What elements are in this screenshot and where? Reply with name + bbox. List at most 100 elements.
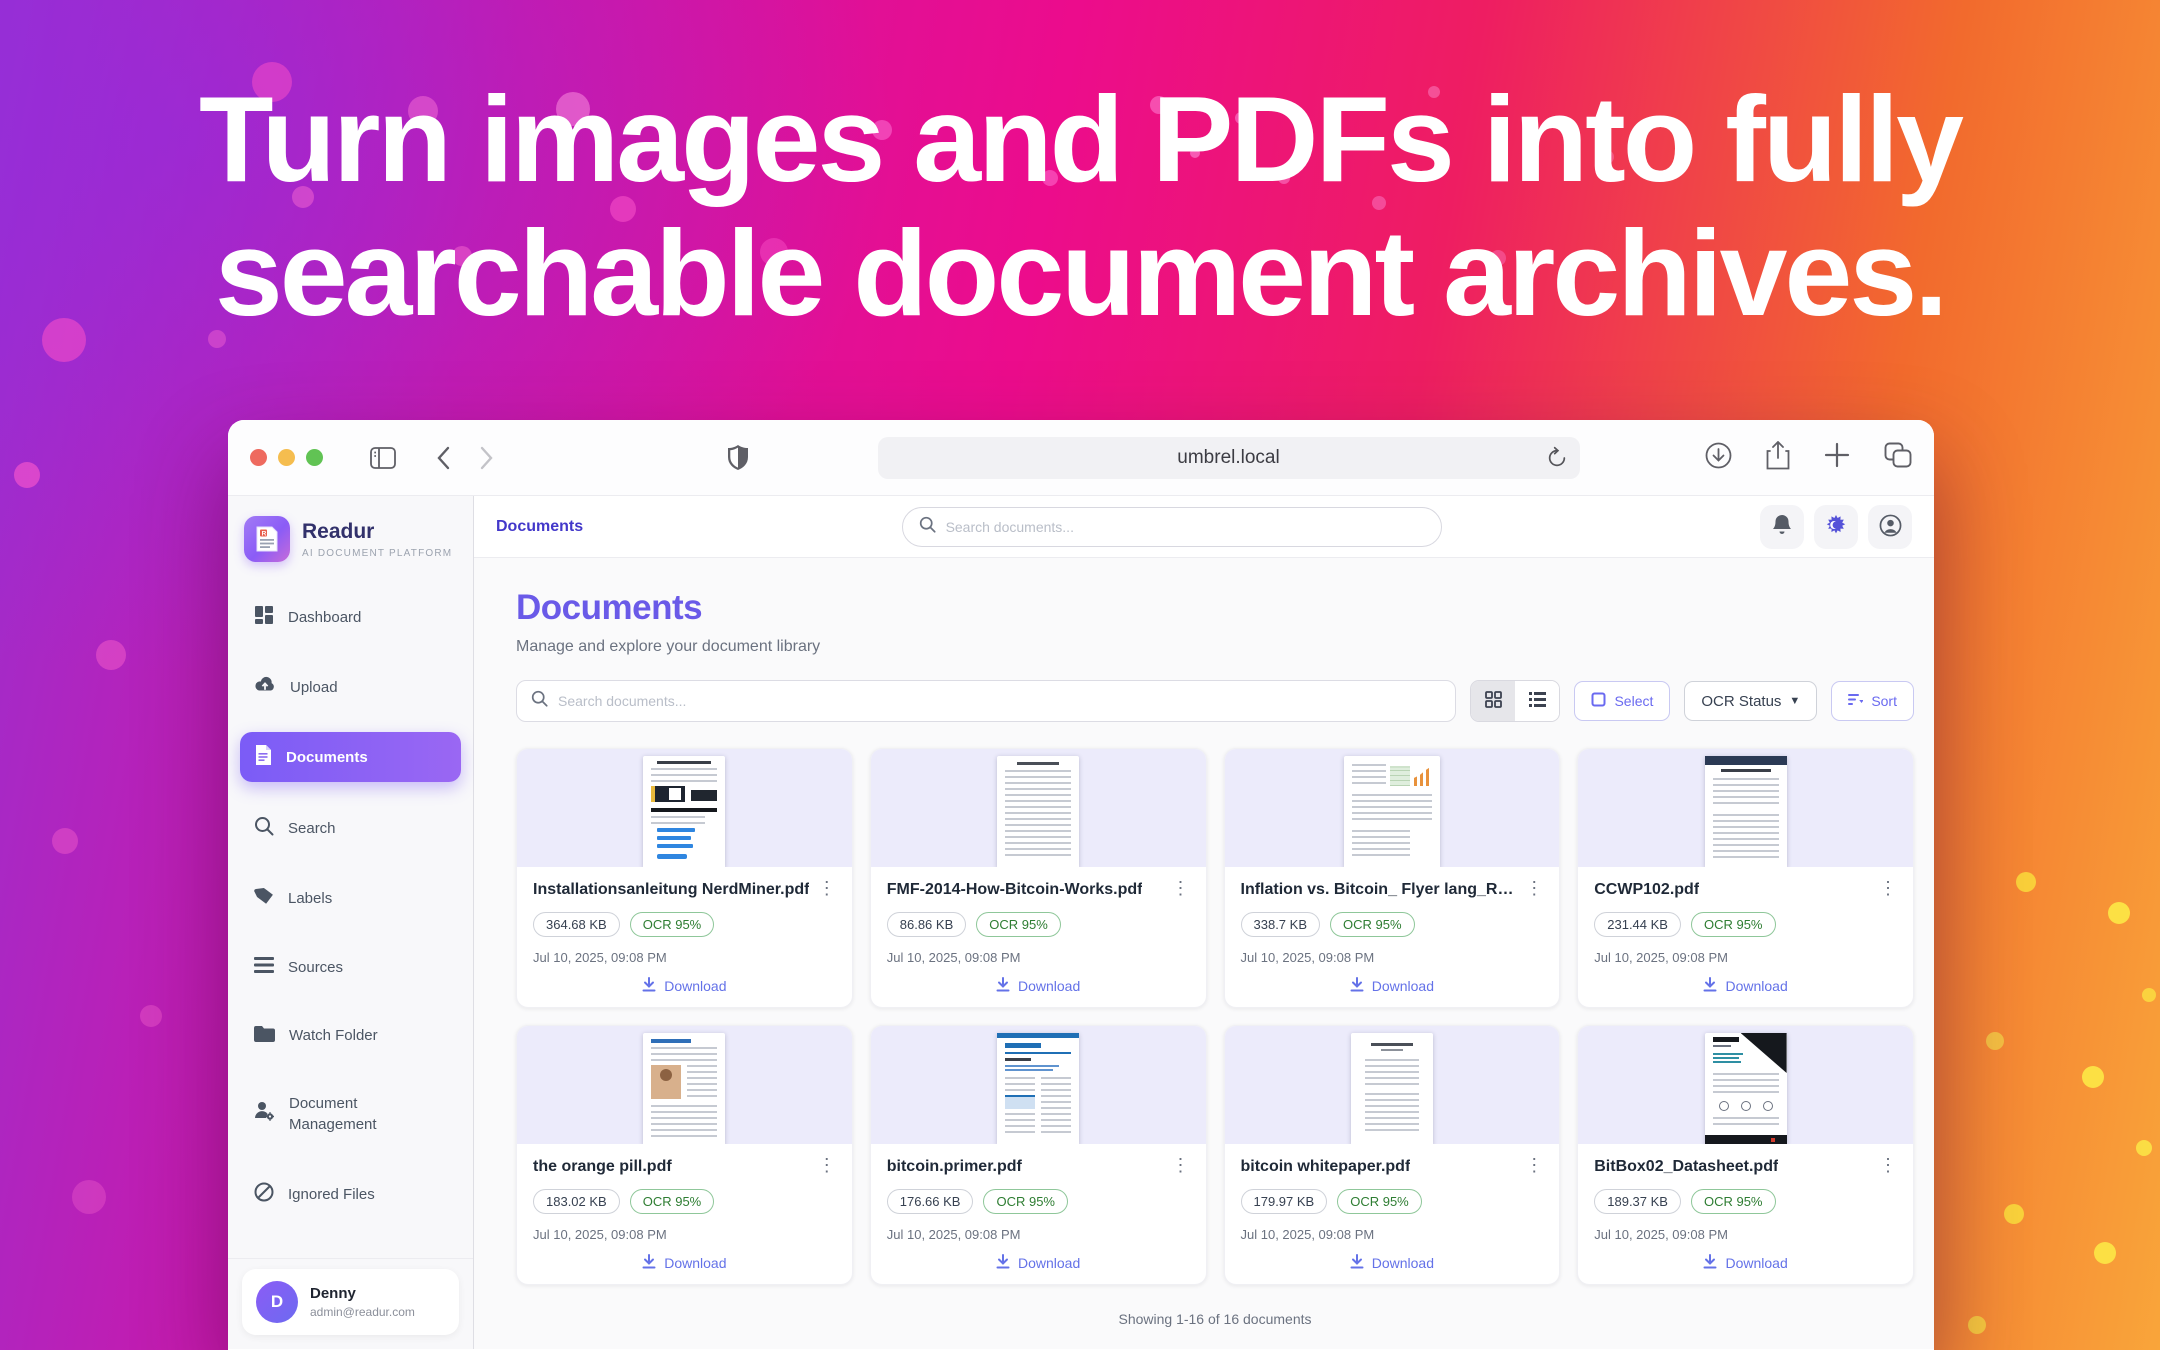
sidebar: R Readur AI DOCUMENT PLATFORM Dashboard … [228,496,474,1349]
document-card[interactable]: CCWP102.pdf ⋮ 231.44 KB OCR 95% Jul 10, … [1577,748,1914,1008]
sidebar-item-label: Document Management [289,1093,419,1135]
kebab-menu-icon[interactable]: ⋮ [1525,1158,1543,1172]
document-card[interactable]: BitBox02_Datasheet.pdf ⋮ 189.37 KB OCR 9… [1577,1025,1914,1285]
ocr-badge: OCR 95% [1691,912,1776,937]
avatar: D [256,1281,298,1323]
kebab-menu-icon[interactable]: ⋮ [1525,881,1543,895]
sidebar-toggle-icon[interactable] [370,447,396,469]
download-link[interactable]: Download [533,977,836,995]
tab-overview-icon[interactable] [1884,442,1912,473]
kebab-menu-icon[interactable]: ⋮ [818,1158,836,1172]
documents-page: Documents Manage and explore your docume… [474,558,1934,1349]
shield-icon[interactable] [728,445,748,470]
kebab-menu-icon[interactable]: ⋮ [1879,881,1897,895]
global-search-input[interactable] [946,519,1425,535]
user-name: Denny [310,1285,415,1302]
documents-search[interactable] [516,680,1456,722]
new-tab-icon[interactable] [1824,442,1850,473]
document-name: Inflation vs. Bitcoin_ Flyer lang_RGB.pd… [1241,881,1518,899]
documents-toolbar: Select OCR Status ▼ Sort [516,680,1914,722]
sidebar-item-ignored-files[interactable]: Ignored Files [240,1169,461,1219]
sidebar-item-label: Search [288,820,336,837]
download-icon [1350,977,1364,995]
kebab-menu-icon[interactable]: ⋮ [818,881,836,895]
download-link[interactable]: Download [533,1254,836,1272]
sidebar-item-watch-folder[interactable]: Watch Folder [240,1012,461,1059]
download-label: Download [1725,978,1787,994]
kebab-menu-icon[interactable]: ⋮ [1172,1158,1190,1172]
url-bar[interactable]: umbrel.local [878,437,1580,479]
ocr-status-dropdown[interactable]: OCR Status ▼ [1684,681,1817,721]
list-icon [254,956,274,978]
forward-button[interactable] [479,446,494,470]
document-card[interactable]: the orange pill.pdf ⋮ 183.02 KB OCR 95% … [516,1025,853,1285]
sun-moon-icon [1824,513,1848,540]
document-date: Jul 10, 2025, 09:08 PM [1594,950,1897,965]
search-icon [254,816,274,840]
sort-button[interactable]: Sort [1831,681,1914,721]
document-card[interactable]: FMF-2014-How-Bitcoin-Works.pdf ⋮ 86.86 K… [870,748,1207,1008]
share-icon[interactable] [1766,441,1790,475]
kebab-menu-icon[interactable]: ⋮ [1172,881,1190,895]
ocr-status-label: OCR Status [1701,693,1781,710]
download-link[interactable]: Download [1594,977,1897,995]
download-link[interactable]: Download [1241,977,1544,995]
download-link[interactable]: Download [887,977,1190,995]
list-view-button[interactable] [1515,681,1559,721]
url-text: umbrel.local [1177,447,1279,469]
download-link[interactable]: Download [887,1254,1190,1272]
document-card[interactable]: Inflation vs. Bitcoin_ Flyer lang_RGB.pd… [1224,748,1561,1008]
reload-icon[interactable] [1546,446,1568,476]
document-card[interactable]: Installationsanleitung NerdMiner.pdf ⋮ 3… [516,748,853,1008]
minimize-window-button[interactable] [278,449,295,466]
sidebar-item-label: Sources [288,959,343,976]
download-link[interactable]: Download [1241,1254,1544,1272]
list-view-icon [1529,692,1546,710]
grid-view-button[interactable] [1471,681,1515,721]
ocr-badge: OCR 95% [630,1189,715,1214]
kebab-menu-icon[interactable]: ⋮ [1879,1158,1897,1172]
dashboard-grid-icon [254,605,274,629]
back-button[interactable] [436,446,451,470]
breadcrumb[interactable]: Documents [496,518,583,536]
document-date: Jul 10, 2025, 09:08 PM [887,950,1190,965]
download-label: Download [1018,1255,1080,1271]
blocked-icon [254,1182,274,1206]
user-card[interactable]: D Denny admin@readur.com [242,1269,459,1335]
download-icon [1703,977,1717,995]
select-button[interactable]: Select [1574,681,1670,721]
ocr-badge: OCR 95% [976,912,1061,937]
document-name: Installationsanleitung NerdMiner.pdf [533,881,809,899]
zoom-window-button[interactable] [306,449,323,466]
document-thumbnail [871,1026,1206,1144]
sort-button-label: Sort [1871,693,1897,709]
documents-grid: Installationsanleitung NerdMiner.pdf ⋮ 3… [516,748,1914,1285]
sidebar-item-upload[interactable]: Upload [240,663,461,711]
document-date: Jul 10, 2025, 09:08 PM [1241,1227,1544,1242]
document-card[interactable]: bitcoin whitepaper.pdf ⋮ 179.97 KB OCR 9… [1224,1025,1561,1285]
global-search[interactable] [902,507,1442,547]
sidebar-item-search[interactable]: Search [240,803,461,853]
document-name: bitcoin.primer.pdf [887,1158,1022,1176]
downloads-icon[interactable] [1705,442,1732,474]
checkbox-icon [1591,692,1606,710]
sidebar-item-label: Watch Folder [289,1027,378,1044]
download-label: Download [1725,1255,1787,1271]
cloud-upload-icon [254,676,276,698]
brand: R Readur AI DOCUMENT PLATFORM [228,496,473,578]
notifications-button[interactable] [1760,505,1804,549]
theme-toggle-button[interactable] [1814,505,1858,549]
download-link[interactable]: Download [1594,1254,1897,1272]
page-title: Documents [516,588,1914,628]
sidebar-item-documents[interactable]: Documents [240,732,461,782]
documents-search-input[interactable] [558,693,1441,709]
sidebar-item-sources[interactable]: Sources [240,943,461,991]
close-window-button[interactable] [250,449,267,466]
sidebar-item-document-management[interactable]: Document Management [240,1080,461,1148]
sidebar-item-dashboard[interactable]: Dashboard [240,592,461,642]
document-date: Jul 10, 2025, 09:08 PM [1241,950,1544,965]
sidebar-item-labels[interactable]: Labels [240,874,461,922]
document-card[interactable]: bitcoin.primer.pdf ⋮ 176.66 KB OCR 95% J… [870,1025,1207,1285]
download-icon [1350,1254,1364,1272]
account-button[interactable] [1868,505,1912,549]
